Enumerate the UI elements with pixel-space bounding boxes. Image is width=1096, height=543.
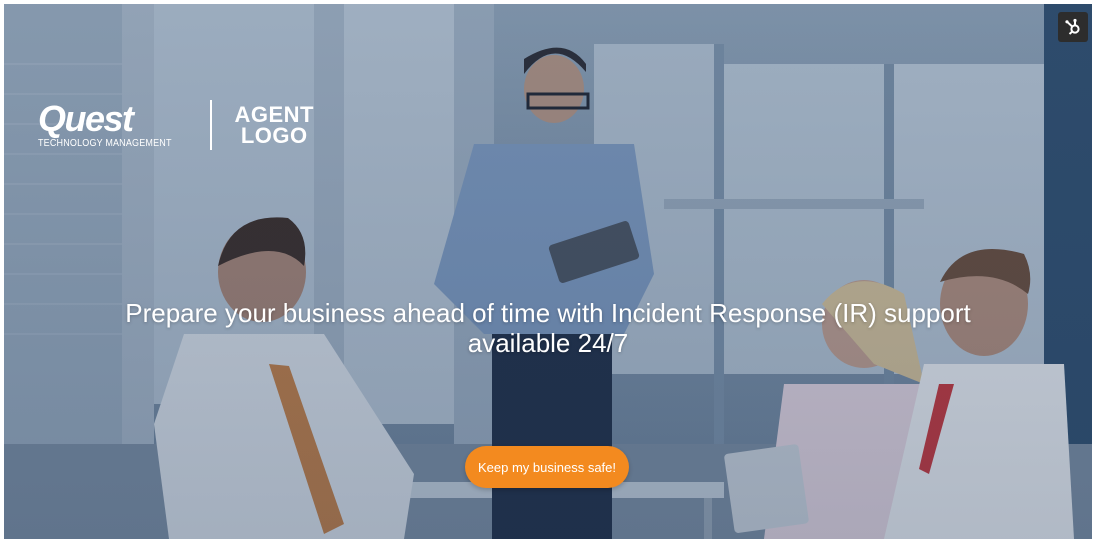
- hero-section: Quest TECHNOLOGY MANAGEMENT AGENT LOGO P…: [4, 4, 1092, 539]
- hero-headline-line1: Prepare your business ahead of time with…: [125, 298, 971, 328]
- quest-logo: Quest TECHNOLOGY MANAGEMENT: [38, 97, 186, 149]
- hubspot-sprocket-icon: [1065, 18, 1080, 35]
- hubspot-badge[interactable]: [1058, 12, 1088, 42]
- agent-logo-line2: LOGO: [240, 123, 308, 148]
- quest-logo-wordmark: Quest: [38, 97, 134, 139]
- logo-divider: [210, 100, 213, 150]
- quest-logo-tagline: TECHNOLOGY MANAGEMENT: [38, 137, 172, 149]
- hero-headline: Prepare your business ahead of time with…: [44, 298, 1052, 358]
- logo-row: Quest TECHNOLOGY MANAGEMENT AGENT LOGO: [38, 100, 314, 150]
- keep-business-safe-button[interactable]: Keep my business safe!: [465, 446, 629, 488]
- hero-headline-line2: available 24/7: [467, 328, 629, 358]
- agent-logo-line1: AGENT: [234, 102, 314, 127]
- agent-logo: AGENT LOGO: [234, 102, 314, 148]
